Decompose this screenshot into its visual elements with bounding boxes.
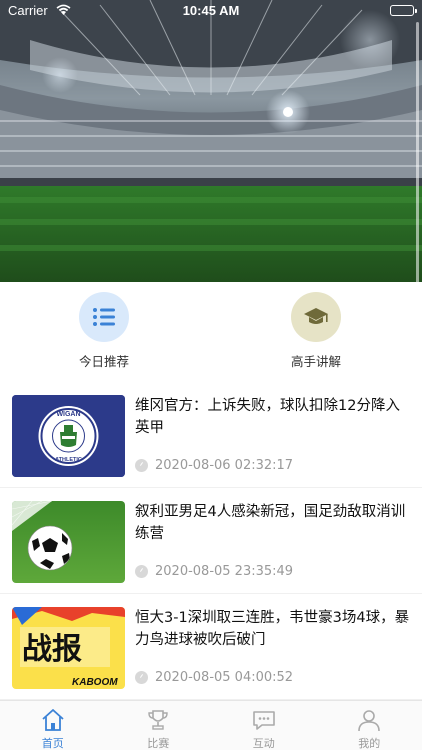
status-time: 10:45 AM xyxy=(182,3,240,18)
quick-item-label: 高手讲解 xyxy=(290,354,341,369)
news-list: WIGAN ATHLETIC 维冈官方：上诉失败，球队扣除12分降入英甲 202… xyxy=(0,382,422,700)
quick-item-expert-explain[interactable]: 高手讲解 xyxy=(266,292,366,370)
news-item[interactable]: 战报 KABOOM 恒大3-1深圳取三连胜，韦世豪3场4球，暴力鸟进球被吹后破门… xyxy=(0,594,422,700)
tab-label: 比赛 xyxy=(147,737,170,750)
news-meta: 2020-08-06 02:32:17 xyxy=(135,458,293,473)
news-time: 2020-08-06 02:32:17 xyxy=(155,458,294,473)
status-bar: Carrier 10:45 AM xyxy=(0,0,422,22)
kaboom-text: KABOOM xyxy=(72,677,118,688)
news-title: 恒大3-1深圳取三连胜，韦世豪3场4球，暴力鸟进球被吹后破门 xyxy=(135,610,410,648)
wigan-top-text: WIGAN xyxy=(56,411,80,418)
tab-mine[interactable]: 我的 xyxy=(317,701,422,750)
tab-bar: 首页 比赛 互动 我的 xyxy=(0,700,422,750)
tab-label: 首页 xyxy=(41,737,64,750)
list-icon xyxy=(79,292,129,342)
news-item[interactable]: 叙利亚男足4人感染新冠，国足劲敌取消训练营 2020-08-05 23:35:4… xyxy=(0,488,422,594)
zhanbao-text: 战报 xyxy=(22,632,82,667)
app-screen: Carrier 10:45 AM 今日推荐 高手讲解 WIGAN ATHLETI… xyxy=(0,0,422,750)
stadium-image xyxy=(0,0,422,282)
battery-icon xyxy=(390,5,417,16)
wigan-athletic-badge: WIGAN ATHLETIC xyxy=(12,395,125,477)
stadium-banner[interactable] xyxy=(0,0,422,282)
quick-menu: 今日推荐 高手讲解 xyxy=(0,282,422,382)
news-thumbnail: 战报 KABOOM xyxy=(12,607,125,689)
clock-icon xyxy=(135,671,148,684)
graduation-cap-icon xyxy=(291,292,341,342)
quick-item-label: 今日推荐 xyxy=(78,354,129,369)
tab-interact[interactable]: 互动 xyxy=(211,701,317,750)
tab-label: 互动 xyxy=(252,737,275,750)
news-meta: 2020-08-05 23:35:49 xyxy=(135,564,293,579)
football-on-grass xyxy=(12,501,125,583)
home-icon xyxy=(40,707,66,733)
tab-match[interactable]: 比赛 xyxy=(106,701,212,750)
trophy-icon xyxy=(145,707,171,733)
clock-icon xyxy=(135,459,148,472)
zhanbao-comic: 战报 KABOOM xyxy=(12,607,125,689)
wigan-bottom-text: ATHLETIC xyxy=(55,457,82,463)
tab-label: 我的 xyxy=(358,737,381,750)
clock-icon xyxy=(135,565,148,578)
news-item[interactable]: WIGAN ATHLETIC 维冈官方：上诉失败，球队扣除12分降入英甲 202… xyxy=(0,382,422,488)
news-title: 维冈官方：上诉失败，球队扣除12分降入英甲 xyxy=(135,398,400,436)
news-title: 叙利亚男足4人感染新冠，国足劲敌取消训练营 xyxy=(135,504,406,542)
tab-home[interactable]: 首页 xyxy=(0,701,106,750)
quick-item-today-recommend[interactable]: 今日推荐 xyxy=(54,292,154,370)
news-time: 2020-08-05 04:00:52 xyxy=(155,670,294,685)
user-icon xyxy=(356,707,382,733)
chat-icon xyxy=(251,707,277,733)
scrollbar[interactable] xyxy=(416,22,419,314)
news-thumbnail xyxy=(12,501,125,583)
news-time: 2020-08-05 23:35:49 xyxy=(155,564,294,579)
news-meta: 2020-08-05 04:00:52 xyxy=(135,670,293,685)
news-thumbnail: WIGAN ATHLETIC xyxy=(12,395,125,477)
